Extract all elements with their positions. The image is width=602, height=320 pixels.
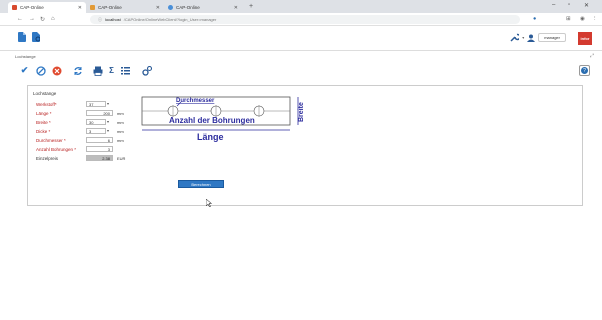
field-werkstoff: Werkstoff* 37 ▾ <box>36 101 136 108</box>
user-icon[interactable] <box>527 34 536 42</box>
field-label: Dicke * <box>36 129 51 134</box>
account-icon[interactable]: ◉ <box>580 16 585 22</box>
print-icon[interactable] <box>92 65 103 76</box>
field-breite: Breite * 30 ▾ mm <box>36 119 136 126</box>
url-host: localhost <box>105 17 121 22</box>
width-label: Breite <box>298 102 305 122</box>
diameter-label: Durchmesser <box>176 98 215 104</box>
field-laenge: Länge * 200 mm <box>36 110 136 117</box>
document-search-icon[interactable] <box>32 32 40 42</box>
forward-icon[interactable]: → <box>29 16 35 22</box>
breadcrumb-row: Lochstange ⤢ <box>0 52 602 61</box>
fieldset-legend: Lochstange <box>33 91 57 96</box>
chevron-down-icon[interactable]: ▾ <box>107 101 109 106</box>
favicon-icon <box>12 5 17 10</box>
close-icon[interactable]: ✕ <box>156 5 160 11</box>
browser-tab[interactable]: CAP-Online ✕ <box>8 2 86 13</box>
help-button[interactable]: ? <box>579 65 590 76</box>
app-header: ▾ manager infor <box>0 27 602 51</box>
url-input[interactable]: ⓘ localhost /CAPOnline/OnlineWebClient/?… <box>90 15 520 24</box>
tab-title: CAP-Online <box>20 5 44 10</box>
confirm-icon[interactable]: ✔ <box>19 65 30 76</box>
info-icon[interactable]: ⓘ <box>98 17 102 23</box>
chevron-down-icon[interactable]: ▾ <box>107 128 109 133</box>
list-icon[interactable] <box>120 65 131 76</box>
wrench-icon[interactable] <box>510 33 520 42</box>
werkstoff-select[interactable]: 37 <box>86 101 106 107</box>
durchmesser-input[interactable]: 6 <box>86 137 113 143</box>
address-bar-row: ← → ↻ ⌂ ⓘ localhost /CAPOnline/OnlineWeb… <box>0 13 602 26</box>
sum-icon[interactable]: Σ <box>106 65 117 76</box>
laenge-input[interactable]: 200 <box>86 110 113 116</box>
einzelpreis-value: 2.38 <box>86 155 113 161</box>
favicon-icon <box>90 5 95 10</box>
browser-tab[interactable]: CAP-Online ✕ <box>164 2 242 13</box>
chevron-down-icon[interactable]: ▾ <box>107 119 109 124</box>
bar-diagram: Durchmesser Anzahl der Bohrungen Breite … <box>141 96 305 142</box>
field-label: Länge * <box>36 111 52 116</box>
chevron-down-icon[interactable]: ▾ <box>522 35 524 40</box>
breite-input[interactable]: 30 <box>86 119 106 125</box>
tab-title: CAP-Online <box>176 5 200 10</box>
user-select[interactable]: manager <box>538 33 566 42</box>
extensions-icon[interactable]: ⊞ <box>566 16 571 22</box>
field-durchmesser: Durchmesser * 6 mm <box>36 137 136 144</box>
window-close-icon[interactable]: ✕ <box>584 2 589 9</box>
holes-label: Anzahl der Bohrungen <box>169 116 255 125</box>
delete-icon[interactable] <box>51 65 62 76</box>
brand-logo: infor <box>578 32 592 45</box>
mouse-cursor-icon <box>206 199 212 207</box>
unit-label: mm <box>117 120 124 125</box>
unit-label: EUR <box>117 156 126 161</box>
expand-icon[interactable]: ⤢ <box>590 53 594 59</box>
field-einzelpreis: Einzelpreis 2.38 EUR <box>36 155 136 162</box>
field-label: Anzahl Bohrungen * <box>36 147 77 152</box>
refresh-icon[interactable] <box>72 65 83 76</box>
field-label: Werkstoff* <box>36 102 57 107</box>
home-icon[interactable]: ⌂ <box>51 16 55 22</box>
input-fieldset: Lochstange Werkstoff* 37 ▾ Länge * 200 m… <box>33 91 135 167</box>
browser-tab-bar: CAP-Online ✕ CAP-Online ✕ CAP-Online ✕ +… <box>0 0 602 13</box>
close-icon[interactable]: ✕ <box>234 5 238 11</box>
field-label: Breite * <box>36 120 51 125</box>
help-icon: ? <box>581 67 588 74</box>
maximize-icon[interactable]: ▫ <box>568 2 570 8</box>
breadcrumb: Lochstange <box>15 54 36 59</box>
field-dicke: Dicke * 3 ▾ mm <box>36 128 136 135</box>
back-icon[interactable]: ← <box>17 16 23 22</box>
browser-tab[interactable]: CAP-Online ✕ <box>86 2 164 13</box>
field-anzahl-bohrungen: Anzahl Bohrungen * 3 <box>36 146 136 153</box>
toolbar: ✔ Σ ? <box>0 62 602 80</box>
calculate-button[interactable]: Berechnen <box>178 180 224 188</box>
settings-gears-icon[interactable] <box>141 65 152 76</box>
form-panel: Lochstange Werkstoff* 37 ▾ Länge * 200 m… <box>27 85 583 206</box>
new-tab-icon[interactable]: + <box>249 3 253 10</box>
unit-label: mm <box>117 111 124 116</box>
close-icon[interactable]: ✕ <box>78 5 82 11</box>
user-area: ▾ manager <box>510 33 566 42</box>
cancel-circle-icon[interactable] <box>35 65 46 76</box>
url-path: /CAPOnline/OnlineWebClient/?login_User=m… <box>123 17 217 22</box>
reload-icon[interactable]: ↻ <box>40 16 45 23</box>
unit-label: mm <box>117 129 124 134</box>
field-label: Durchmesser * <box>36 138 66 143</box>
length-label: Länge <box>197 132 224 142</box>
favicon-icon <box>168 5 173 10</box>
profile-dot-icon[interactable]: ● <box>533 16 536 22</box>
field-label: Einzelpreis <box>36 156 59 161</box>
unit-label: mm <box>117 138 124 143</box>
document-icon[interactable] <box>18 32 26 42</box>
menu-icon[interactable]: ⋮ <box>592 16 598 22</box>
anzahl-bohrungen-input[interactable]: 3 <box>86 146 113 152</box>
dicke-input[interactable]: 3 <box>86 128 106 134</box>
minimize-icon[interactable]: – <box>552 2 555 8</box>
tab-title: CAP-Online <box>98 5 122 10</box>
